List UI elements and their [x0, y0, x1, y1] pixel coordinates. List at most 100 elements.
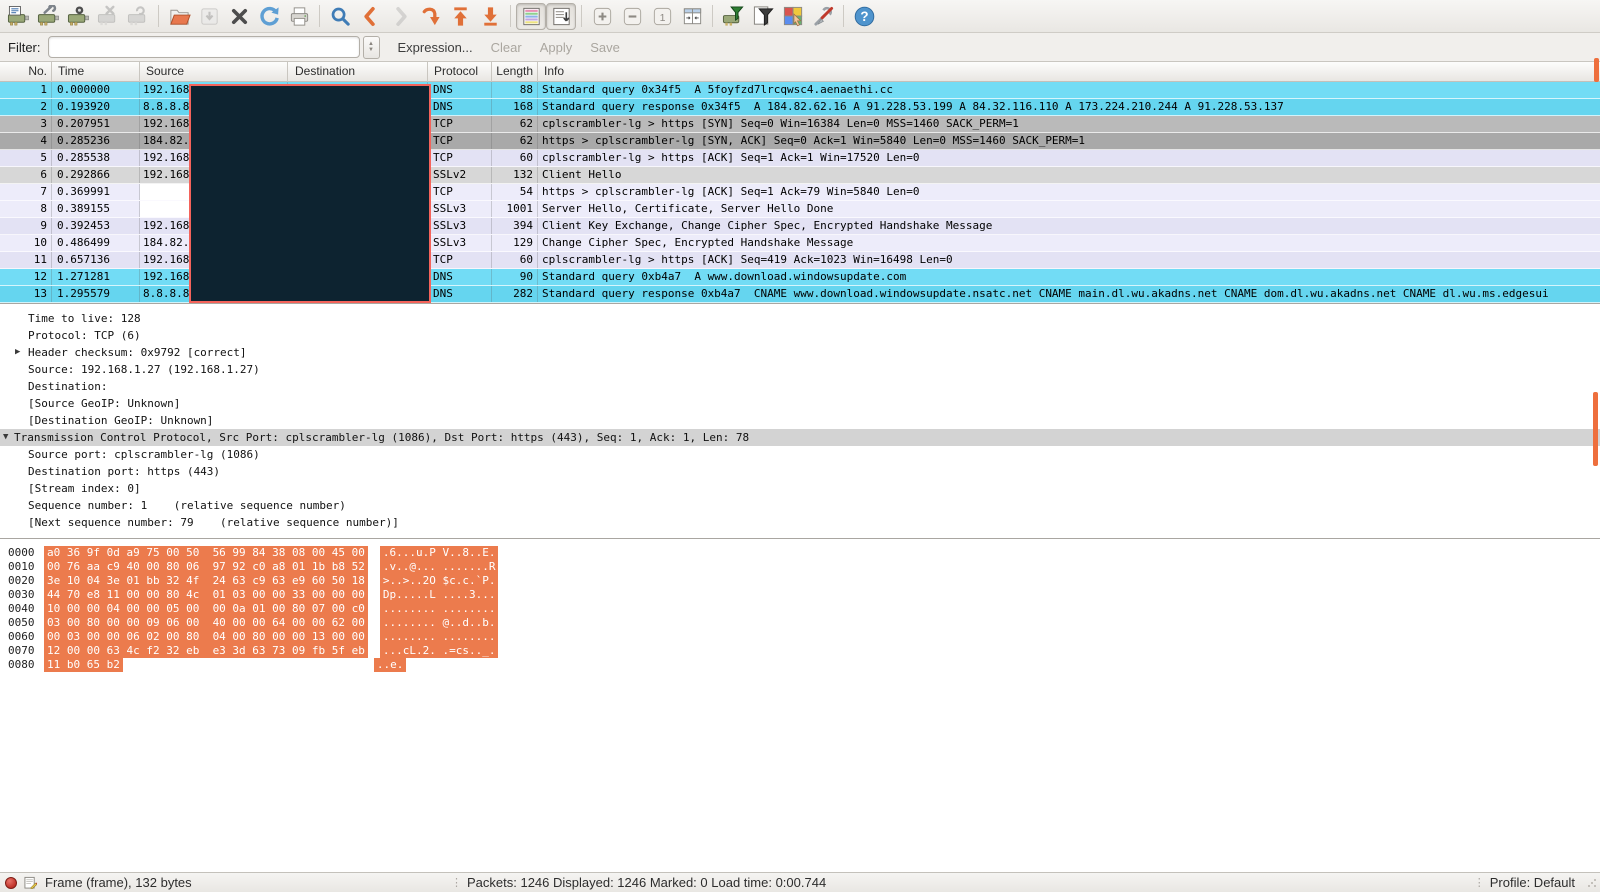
hex-bytes: 11 b0 65 b2: [44, 658, 123, 672]
help-button[interactable]: ?: [849, 3, 879, 30]
reload-button[interactable]: [254, 3, 284, 30]
cell-protocol: SSLv3: [428, 218, 492, 234]
start-capture-button[interactable]: [63, 3, 93, 30]
capture-filters-button[interactable]: [718, 3, 748, 30]
detail-line[interactable]: Source port: cplscrambler-lg (1086): [0, 446, 1600, 463]
zoom-out-button[interactable]: [617, 3, 647, 30]
auto-scroll-toggle[interactable]: [546, 3, 576, 30]
zoom-100-button[interactable]: 1: [647, 3, 677, 30]
expression-button[interactable]: Expression...: [398, 40, 473, 55]
hex-row[interactable]: 004010 00 00 04 00 00 05 00 00 0a 01 00 …: [0, 602, 1600, 616]
hex-bytes: 00 76 aa c9 40 00 80 06 97 92 c0 a8 01 1…: [44, 560, 368, 574]
column-header-info[interactable]: Info: [538, 62, 1600, 82]
detail-line[interactable]: [Source GeoIP: Unknown]: [0, 395, 1600, 412]
detail-line[interactable]: [Next sequence number: 79 (relative sequ…: [0, 514, 1600, 531]
hex-row[interactable]: 001000 76 aa c9 40 00 80 06 97 92 c0 a8 …: [0, 560, 1600, 574]
column-header-protocol[interactable]: Protocol: [428, 62, 492, 82]
hex-row[interactable]: 006000 03 00 00 06 02 00 80 04 00 80 00 …: [0, 630, 1600, 644]
zoom-in-button[interactable]: [587, 3, 617, 30]
cell-protocol: TCP: [428, 150, 492, 166]
resize-grip[interactable]: [1585, 876, 1598, 889]
cell-no: 13: [0, 286, 52, 302]
cell-no: 7: [0, 184, 52, 200]
cell-no: 9: [0, 218, 52, 234]
colorize-toggle[interactable]: [516, 3, 546, 30]
detail-line[interactable]: Destination:: [0, 378, 1600, 395]
resize-columns-button[interactable]: [677, 3, 707, 30]
go-bottom-icon: [479, 5, 502, 28]
capture-options-icon: [37, 5, 60, 28]
goto-packet-button[interactable]: [415, 3, 445, 30]
start-capture-icon: [67, 5, 90, 28]
colorize-icon: [520, 5, 543, 28]
packet-list-scrollbar-thumb[interactable]: [1594, 58, 1599, 82]
profile-text[interactable]: Profile: Default: [1490, 875, 1575, 890]
hex-row[interactable]: 008011 b0 65 b2..e.: [0, 658, 1600, 672]
cell-protocol: SSLv3: [428, 235, 492, 251]
filter-input[interactable]: [48, 36, 360, 58]
toolbar-separator: [712, 5, 713, 27]
go-top-button[interactable]: [445, 3, 475, 30]
detail-line[interactable]: Sequence number: 1 (relative sequence nu…: [0, 497, 1600, 514]
open-file-button[interactable]: [164, 3, 194, 30]
hex-row[interactable]: 0000a0 36 9f 0d a9 75 00 50 56 99 84 38 …: [0, 546, 1600, 560]
detail-line[interactable]: [Stream index: 0]: [0, 480, 1600, 497]
hex-row[interactable]: 003044 70 e8 11 00 00 80 4c 01 03 00 00 …: [0, 588, 1600, 602]
hex-row[interactable]: 005003 00 80 00 00 09 06 00 40 00 00 64 …: [0, 616, 1600, 630]
close-file-button[interactable]: [224, 3, 254, 30]
capture-file-icon[interactable]: [24, 876, 37, 889]
coloring-rules-button[interactable]: [778, 3, 808, 30]
clear-button: Clear: [491, 40, 522, 55]
go-bottom-button[interactable]: [475, 3, 505, 30]
column-header-no[interactable]: No.: [0, 62, 52, 82]
preferences-button[interactable]: [808, 3, 838, 30]
expert-info-icon[interactable]: [5, 877, 17, 889]
statusbar-handle[interactable]: ⋮: [1474, 876, 1484, 889]
detail-line-tcp-selected[interactable]: ▼Transmission Control Protocol, Src Port…: [0, 429, 1600, 446]
cell-protocol: SSLv2: [428, 167, 492, 183]
hex-row[interactable]: 007012 00 00 63 4c f2 32 eb e3 3d 63 73 …: [0, 644, 1600, 658]
detail-line[interactable]: ▶Header checksum: 0x9792 [correct]: [0, 344, 1600, 361]
cell-length: 60: [492, 150, 538, 166]
column-header-destination[interactable]: Destination: [288, 62, 428, 82]
display-filters-button[interactable]: [748, 3, 778, 30]
filter-label: Filter:: [8, 40, 41, 55]
hex-offset: 0030: [8, 588, 42, 602]
hex-bytes: 10 00 00 04 00 00 05 00 00 0a 01 00 80 0…: [44, 602, 368, 616]
expander-right-icon[interactable]: ▶: [15, 344, 20, 361]
hex-ascii: ........ @..d..b.: [380, 616, 499, 630]
detail-text: Header checksum: 0x9792 [correct]: [0, 346, 247, 359]
capture-options-button[interactable]: [33, 3, 63, 30]
detail-line[interactable]: Time to live: 128: [0, 310, 1600, 327]
cell-no: 3: [0, 116, 52, 132]
hex-bytes: 12 00 00 63 4c f2 32 eb e3 3d 63 73 09 f…: [44, 644, 368, 658]
detail-text: Source: 192.168.1.27 (192.168.1.27): [0, 363, 260, 376]
cell-protocol: TCP: [428, 116, 492, 132]
statusbar-handle[interactable]: ⋮: [451, 876, 461, 889]
hex-row[interactable]: 00203e 10 04 3e 01 bb 32 4f 24 63 c9 63 …: [0, 574, 1600, 588]
print-button[interactable]: [284, 3, 314, 30]
detail-line[interactable]: Protocol: TCP (6): [0, 327, 1600, 344]
column-header-time[interactable]: Time: [52, 62, 140, 82]
cell-length: 394: [492, 218, 538, 234]
expander-down-icon[interactable]: ▼: [3, 429, 8, 446]
column-header-source[interactable]: Source: [140, 62, 288, 82]
cell-info: cplscrambler-lg > https [ACK] Seq=1 Ack=…: [538, 150, 1600, 166]
column-header-length[interactable]: Length: [492, 62, 538, 82]
cell-time: 0.285538: [52, 150, 140, 166]
go-back-button[interactable]: [355, 3, 385, 30]
detail-line[interactable]: Source: 192.168.1.27 (192.168.1.27): [0, 361, 1600, 378]
save-filter-button: Save: [590, 40, 620, 55]
detail-line[interactable]: [Destination GeoIP: Unknown]: [0, 412, 1600, 429]
cell-time: 0.389155: [52, 201, 140, 217]
cell-no: 12: [0, 269, 52, 285]
detail-pane-scrollbar-thumb[interactable]: [1593, 392, 1598, 466]
cell-info: Standard query 0x34f5 A 5foyfzd7lrcqwsc4…: [538, 82, 1600, 98]
interfaces-button[interactable]: [3, 3, 33, 30]
filter-history-spinner[interactable]: ▲▼: [363, 36, 380, 59]
find-button[interactable]: [325, 3, 355, 30]
cell-no: 4: [0, 133, 52, 149]
detail-line[interactable]: Destination port: https (443): [0, 463, 1600, 480]
cell-info: Standard query response 0xb4a7 CNAME www…: [538, 286, 1600, 302]
cell-info: https > cplscrambler-lg [ACK] Seq=1 Ack=…: [538, 184, 1600, 200]
